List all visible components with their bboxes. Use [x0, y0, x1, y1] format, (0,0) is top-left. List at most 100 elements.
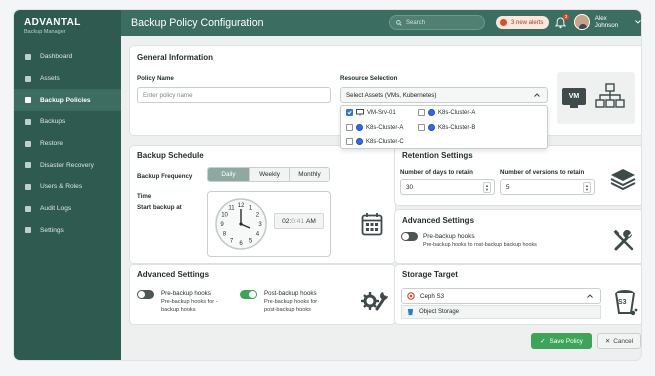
storage-option-object[interactable]: Object Storage [401, 305, 601, 319]
policy-name-placeholder: Enter policy name [143, 91, 193, 99]
pre-backup-toggle[interactable] [137, 290, 154, 299]
storage-option-label: Object Storage [419, 309, 460, 315]
asset-label: K8s-Cluster-C [366, 138, 404, 145]
section-title: General Information [137, 53, 214, 62]
notifications-button[interactable]: 3 [554, 14, 569, 29]
alerts-label: 3 new alerts [511, 19, 544, 26]
pre-backup-description-1: Pre-backup hooks for - [161, 299, 218, 305]
time-input[interactable]: 02: 0:41 AM [274, 213, 324, 229]
brand: ADVANTAL Backup Manager [14, 10, 121, 35]
chevron-up-icon [534, 93, 540, 97]
asset-option-k8s-cluster-c[interactable]: K8s-Cluster-C [346, 138, 404, 145]
checkbox[interactable] [418, 124, 425, 131]
checkbox-checked[interactable] [346, 109, 353, 116]
save-policy-label: Save Policy [549, 337, 583, 345]
versions-retain-label: Number of versions to retain [500, 169, 585, 176]
frequency-monthly[interactable]: Monthly [289, 168, 329, 181]
vm-stand [570, 105, 578, 108]
sidebar-item-assets[interactable]: Assets [14, 68, 121, 90]
storage-select[interactable]: Ceph S3 [401, 288, 601, 304]
monitor-icon [356, 109, 364, 116]
days-stepper[interactable]: ▲ ▼ [483, 182, 491, 193]
pre-backup-description: Pre-backup hooks to rost-backup backup h… [423, 242, 537, 248]
chevron-up-icon [587, 294, 593, 298]
brand-subtitle: Backup Manager [24, 29, 66, 35]
time-ampm: AM [305, 217, 316, 225]
post-backup-description-1: Pre-backup hooks for [264, 299, 318, 305]
assets-icon [25, 75, 31, 82]
checkbox[interactable] [346, 124, 353, 131]
alert-icon [500, 19, 507, 26]
resource-dropdown-menu: VM-Srv-01 K8s-Cluster-A K8s-Cluster-A K8… [340, 105, 548, 149]
sidebar-item-backups[interactable]: Backups [14, 111, 121, 133]
pre-backup-toggle[interactable] [401, 232, 418, 241]
sidebar-item-dashboard[interactable]: Dashboard [14, 46, 121, 68]
sidebar-item-settings[interactable]: Settings [14, 220, 121, 242]
time-hour: 02: [282, 217, 292, 225]
time-label: Time [137, 193, 152, 200]
versions-retain-input[interactable]: 5 ▲ ▼ [500, 179, 595, 195]
user-menu[interactable]: Alex Johnson [574, 14, 641, 30]
sidebar-item-disaster-recovery[interactable]: Disaster Recovery [14, 154, 121, 176]
sidebar-item-audit-logs[interactable]: Audit Logs [14, 198, 121, 220]
frequency-selector: Daily Weekly Monthly [207, 167, 330, 182]
user-name: Alex Johnson [594, 15, 619, 29]
asset-label: VM-Srv-01 [367, 109, 396, 116]
sidebar-item-restore[interactable]: Restore [14, 133, 121, 155]
asset-label: K8s-Cluster-A [438, 109, 476, 116]
storage-selected-value: Ceph S3 [420, 292, 445, 300]
post-backup-label: Post-backup hooks [264, 290, 317, 297]
asset-option-k8s-cluster-a[interactable]: K8s-Cluster-A [346, 124, 403, 131]
page-title: Backup Policy Configuration [131, 17, 264, 29]
sidebar-item-users-roles[interactable]: Users & Roles [14, 176, 121, 198]
policy-name-input[interactable]: Enter policy name [137, 87, 331, 103]
backup-frequency-label: Backup Frequency [137, 173, 193, 180]
restore-icon [25, 140, 31, 147]
sidebar-item-backup-policies[interactable]: Backup Policies [14, 89, 121, 112]
close-icon: ✕ [604, 338, 611, 345]
asset-option-vm-srv-01[interactable]: VM-Srv-01 [346, 109, 396, 116]
toggle-knob [249, 291, 256, 298]
toggle-knob [138, 291, 145, 298]
checkbox[interactable] [346, 138, 353, 145]
dashboard-icon [25, 53, 31, 60]
asset-option-k8s-cluster-b[interactable]: K8s-Cluster-B [418, 124, 475, 131]
days-retain-input[interactable]: 30 ▲ ▼ [400, 179, 495, 195]
calendar-icon[interactable] [361, 212, 383, 236]
resource-select[interactable]: Select Assets (VMs, Kubernetes) [340, 87, 548, 103]
resource-select-value: Select Assets (VMs, Kubernetes) [346, 91, 437, 99]
search-input[interactable]: Search [389, 15, 485, 30]
ceph-icon [407, 292, 415, 300]
sidebar-item-label: Settings [40, 226, 64, 234]
checkbox[interactable] [418, 109, 425, 116]
asset-option-k8s-cluster-a-2[interactable]: K8s-Cluster-A [418, 109, 475, 116]
sidebar-item-label: Dashboard [40, 53, 73, 61]
sidebar-item-label: Backups [40, 118, 66, 126]
settings-icon [25, 227, 31, 234]
gear-wrench-icon [361, 292, 388, 311]
frequency-weekly[interactable]: Weekly [249, 168, 289, 181]
section-title: Retention Settings [402, 151, 473, 160]
sidebar-item-label: Disaster Recovery [40, 161, 94, 169]
chevron-down-icon [635, 20, 641, 24]
versions-stepper[interactable]: ▲ ▼ [583, 182, 591, 193]
kubernetes-icon [356, 138, 363, 145]
avatar [574, 14, 590, 30]
time-picker[interactable]: 12 1 2 3 4 5 6 7 8 9 10 11 02: 0:41 AM [207, 191, 331, 257]
kubernetes-icon [428, 109, 435, 116]
section-title: Advanced Settings [402, 216, 475, 225]
audit-icon [25, 205, 31, 212]
vm-icon: VM [562, 88, 586, 105]
frequency-daily[interactable]: Daily [208, 168, 249, 181]
notification-count: 3 [563, 14, 569, 20]
cancel-button[interactable]: ✕ Cancel [597, 333, 641, 349]
top-bar: Backup Policy Configuration Search 3 new… [121, 10, 641, 36]
storage-target-card: Storage Target Ceph S3 Object Storage S3 [395, 265, 641, 324]
save-policy-button[interactable]: ✓ Save Policy [531, 333, 592, 349]
post-backup-toggle[interactable] [240, 290, 257, 299]
brand-name: ADVANTAL [24, 17, 81, 28]
check-icon: ✓ [540, 338, 546, 345]
s3-bucket-icon: S3 [614, 289, 638, 317]
alerts-badge[interactable]: 3 new alerts [496, 16, 550, 29]
search-icon [396, 19, 402, 26]
